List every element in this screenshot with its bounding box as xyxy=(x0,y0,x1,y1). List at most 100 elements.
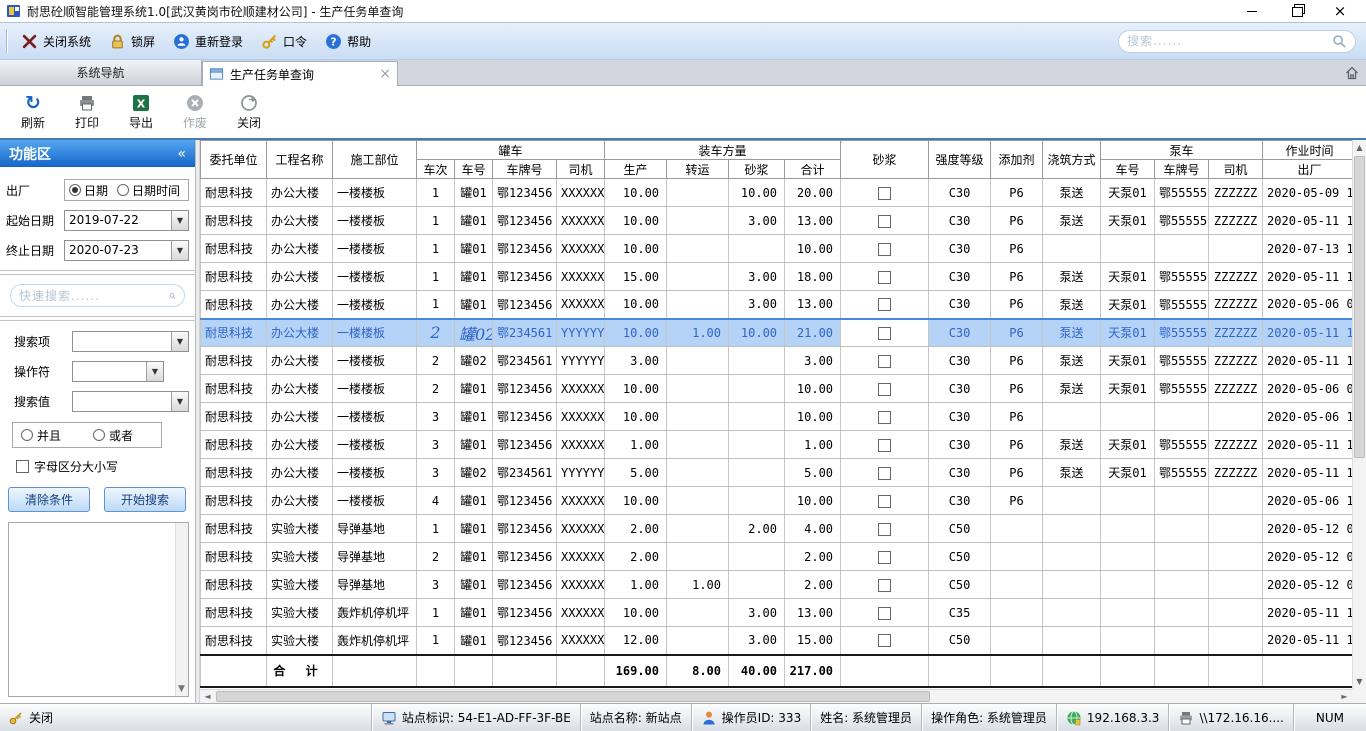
status-close[interactable]: 关闭 xyxy=(0,704,371,731)
row-checkbox[interactable] xyxy=(878,411,891,424)
cell[interactable]: 天泵01 xyxy=(1101,347,1155,375)
cell[interactable] xyxy=(1155,235,1209,263)
table-row[interactable]: 耐思科技办公大楼一楼楼板3罐02鄂234561YYYYYY5.005.00C30… xyxy=(201,459,1353,487)
cell[interactable] xyxy=(729,543,785,571)
cell[interactable]: 罐01 xyxy=(455,235,493,263)
cell[interactable]: 天泵01 xyxy=(1101,431,1155,459)
scrollbar-thumb[interactable] xyxy=(216,691,930,702)
cell[interactable]: 2 xyxy=(417,543,455,571)
row-checkbox[interactable] xyxy=(878,634,891,647)
cell[interactable]: 天泵01 xyxy=(1101,319,1155,347)
row-checkbox[interactable] xyxy=(878,383,891,396)
cell[interactable]: 罐01 xyxy=(455,487,493,515)
cell[interactable]: 泵送 xyxy=(1043,263,1101,291)
cell[interactable]: 办公大楼 xyxy=(267,459,333,487)
column-header[interactable]: 司机 xyxy=(557,160,605,179)
column-header[interactable]: 车次 xyxy=(417,160,455,179)
cell[interactable]: 10.00 xyxy=(605,179,667,207)
row-checkbox[interactable] xyxy=(878,355,891,368)
cell[interactable] xyxy=(1043,487,1101,515)
column-header[interactable]: 合计 xyxy=(785,160,841,179)
column-header[interactable]: 车牌号 xyxy=(493,160,557,179)
cell[interactable] xyxy=(1209,403,1263,431)
cell[interactable] xyxy=(1101,403,1155,431)
cell[interactable]: 鄂123456 xyxy=(493,291,557,319)
cell[interactable] xyxy=(667,403,729,431)
cell[interactable]: 1 xyxy=(417,207,455,235)
menu-item-help[interactable]: ?帮助 xyxy=(316,27,380,55)
cell[interactable]: C30 xyxy=(929,263,991,291)
cell[interactable] xyxy=(1101,487,1155,515)
menu-item-password[interactable]: 口令 xyxy=(252,27,316,55)
cell[interactable]: 泵送 xyxy=(1043,207,1101,235)
cell[interactable]: 办公大楼 xyxy=(267,291,333,319)
cell[interactable]: 耐思科技 xyxy=(201,459,267,487)
cell[interactable] xyxy=(1043,515,1101,543)
column-header[interactable]: 生产 xyxy=(605,160,667,179)
cell[interactable]: 2.00 xyxy=(605,515,667,543)
cell[interactable]: 13.00 xyxy=(785,599,841,627)
cell[interactable]: XXXXXX xyxy=(557,207,605,235)
cell[interactable]: 天泵01 xyxy=(1101,291,1155,319)
column-header[interactable]: 车号 xyxy=(455,160,493,179)
cell[interactable]: 耐思科技 xyxy=(201,403,267,431)
cell[interactable]: 10.00 xyxy=(785,375,841,403)
cell[interactable]: ZZZZZZ xyxy=(1209,431,1263,459)
radio-date[interactable] xyxy=(69,184,81,196)
cell[interactable] xyxy=(667,207,729,235)
cell[interactable]: 办公大楼 xyxy=(267,235,333,263)
cell[interactable]: 5.00 xyxy=(785,459,841,487)
cell[interactable]: 2020-05-06 09 xyxy=(1263,375,1352,403)
chevron-down-icon[interactable]: ▼ xyxy=(171,211,188,230)
cell[interactable] xyxy=(1101,627,1155,655)
cell[interactable]: 一楼楼板 xyxy=(333,347,417,375)
cell[interactable] xyxy=(1209,627,1263,655)
cell[interactable] xyxy=(991,599,1043,627)
cell[interactable]: 鄂123456 xyxy=(493,179,557,207)
cell[interactable]: 1 xyxy=(417,235,455,263)
cell[interactable] xyxy=(667,487,729,515)
cell[interactable]: 鄂123456 xyxy=(493,431,557,459)
column-header[interactable]: 强度等级 xyxy=(929,141,991,179)
cell[interactable]: 耐思科技 xyxy=(201,431,267,459)
column-header[interactable]: 司机 xyxy=(1209,160,1263,179)
column-header[interactable]: 施工部位 xyxy=(333,141,417,179)
cell[interactable]: 鄂123456 xyxy=(493,403,557,431)
conditions-listbox[interactable]: ▼ xyxy=(8,522,189,697)
cell[interactable]: 3.00 xyxy=(605,347,667,375)
cell[interactable] xyxy=(667,263,729,291)
cell[interactable]: 鄂55555 xyxy=(1155,291,1209,319)
table-row[interactable]: 耐思科技办公大楼一楼楼板3罐01鄂123456XXXXXX1.001.00C30… xyxy=(201,431,1353,459)
column-header[interactable]: 出厂 xyxy=(1263,160,1352,179)
end-date-combo[interactable]: 2020-07-23 ▼ xyxy=(64,240,189,261)
cell[interactable] xyxy=(729,235,785,263)
mortar-checkbox-cell[interactable] xyxy=(841,543,929,571)
cell[interactable] xyxy=(991,627,1043,655)
table-row[interactable]: 耐思科技办公大楼一楼楼板1罐01鄂123456XXXXXX10.0010.00C… xyxy=(201,235,1353,263)
cell[interactable]: P6 xyxy=(991,459,1043,487)
cell[interactable] xyxy=(667,543,729,571)
cell[interactable]: 5.00 xyxy=(605,459,667,487)
cell[interactable]: P6 xyxy=(991,291,1043,319)
table-row[interactable]: 耐思科技办公大楼一楼楼板3罐01鄂123456XXXXXX10.0010.00C… xyxy=(201,403,1353,431)
cell[interactable]: 1 xyxy=(417,627,455,655)
close-tab-icon[interactable]: × xyxy=(379,67,391,81)
column-header[interactable]: 浇筑方式 xyxy=(1043,141,1101,179)
cell[interactable]: P6 xyxy=(991,319,1043,347)
cell[interactable]: 实验大楼 xyxy=(267,599,333,627)
table-row[interactable]: 耐思科技办公大楼一楼楼板1罐01鄂123456XXXXXX15.003.0018… xyxy=(201,263,1353,291)
cell[interactable]: 鄂123456 xyxy=(493,487,557,515)
cell[interactable] xyxy=(1043,599,1101,627)
cell[interactable] xyxy=(729,375,785,403)
cell[interactable]: 3.00 xyxy=(785,347,841,375)
cell[interactable]: 10.00 xyxy=(785,403,841,431)
table-row[interactable]: 耐思科技实验大楼轰炸机停机坪1罐01鄂123456XXXXXX10.003.00… xyxy=(201,599,1353,627)
cell[interactable] xyxy=(667,235,729,263)
cell[interactable]: 15.00 xyxy=(605,263,667,291)
search-item-combo[interactable]: ▼ xyxy=(72,331,189,352)
cell[interactable]: 鄂55555 xyxy=(1155,179,1209,207)
home-button[interactable] xyxy=(1338,60,1366,85)
cell[interactable]: 鄂123456 xyxy=(493,207,557,235)
cell[interactable] xyxy=(991,543,1043,571)
restore-button[interactable] xyxy=(1274,1,1318,21)
